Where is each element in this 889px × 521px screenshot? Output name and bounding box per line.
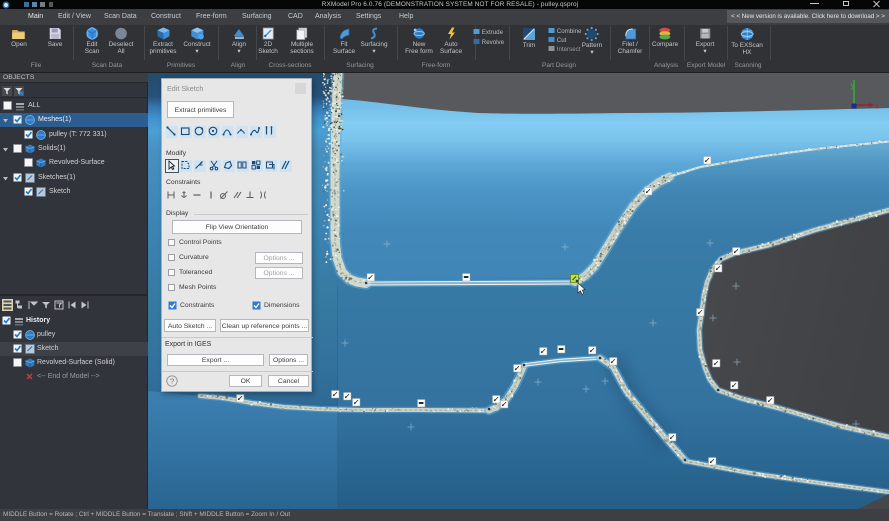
svg-text:?: ? [170,377,174,386]
svg-text:y: y [851,80,856,90]
